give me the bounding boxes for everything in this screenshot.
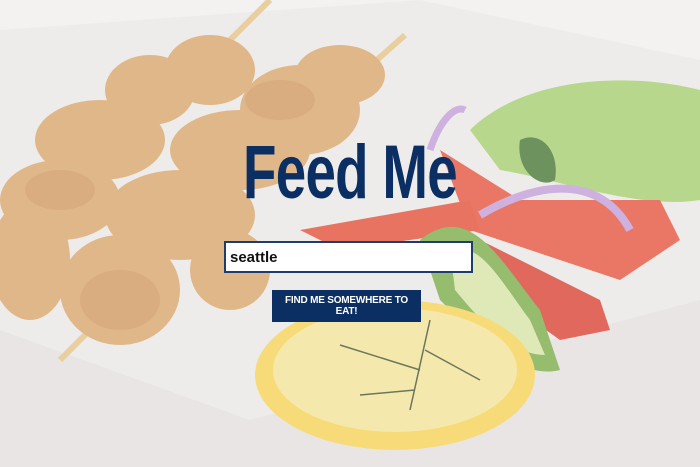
page-title: Feed Me (243, 130, 458, 215)
find-restaurant-button[interactable]: FIND ME SOMEWHERE TO EAT! (272, 290, 421, 322)
background-food-photo (0, 0, 700, 467)
location-search-input[interactable] (224, 241, 473, 273)
